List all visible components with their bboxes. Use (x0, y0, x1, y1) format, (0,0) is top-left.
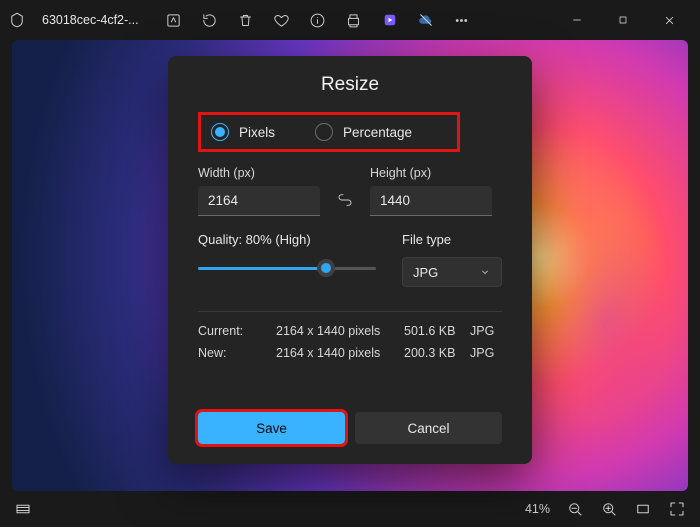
width-input[interactable] (198, 186, 320, 216)
save-button[interactable]: Save (198, 412, 345, 444)
clipchamp-icon[interactable] (373, 4, 407, 36)
app-window: 63018cec-4cf2-... 41% (0, 0, 700, 527)
slider-thumb[interactable] (317, 259, 335, 277)
radio-pixels[interactable]: Pixels (211, 123, 275, 141)
height-input[interactable] (370, 186, 492, 216)
radio-percentage-label: Percentage (343, 125, 412, 140)
unit-radio-group: Pixels Percentage (198, 112, 460, 152)
new-dims: 2164 x 1440 pixels (276, 346, 404, 360)
resize-dialog: Resize Pixels Percentage Width (px) Heig… (168, 56, 532, 464)
radio-pixels-label: Pixels (239, 125, 275, 140)
height-field-group: Height (px) (370, 166, 492, 216)
filetype-value: JPG (413, 265, 438, 280)
favorite-icon[interactable] (265, 4, 299, 36)
info-icon[interactable] (301, 4, 335, 36)
radio-indicator-icon (315, 123, 333, 141)
toolbar (157, 4, 479, 36)
resize-info: Current: 2164 x 1440 pixels 501.6 KB JPG… (198, 324, 502, 360)
quality-slider[interactable] (198, 259, 376, 277)
radio-indicator-icon (211, 123, 229, 141)
divider (198, 311, 502, 312)
quality-label: Quality: 80% (High) (198, 232, 376, 247)
cancel-button[interactable]: Cancel (355, 412, 502, 444)
dialog-title: Resize (198, 74, 502, 96)
width-field-group: Width (px) (198, 166, 320, 216)
chevron-down-icon (479, 266, 491, 278)
close-button[interactable] (646, 4, 692, 36)
link-aspect-icon[interactable] (330, 185, 360, 215)
cloud-off-icon[interactable] (409, 4, 443, 36)
current-format: JPG (470, 324, 502, 338)
current-size: 501.6 KB (404, 324, 470, 338)
radio-percentage[interactable]: Percentage (315, 123, 412, 141)
quality-group: Quality: 80% (High) (198, 232, 376, 287)
minimize-button[interactable] (554, 4, 600, 36)
zoom-out-icon[interactable] (566, 500, 584, 518)
current-label: Current: (198, 324, 276, 338)
zoom-in-icon[interactable] (600, 500, 618, 518)
new-size: 200.3 KB (404, 346, 470, 360)
rotate-icon[interactable] (193, 4, 227, 36)
delete-icon[interactable] (229, 4, 263, 36)
file-name: 63018cec-4cf2-... (42, 13, 139, 27)
new-label: New: (198, 346, 276, 360)
fit-icon[interactable] (634, 500, 652, 518)
height-label: Height (px) (370, 166, 492, 180)
slider-fill (198, 267, 326, 270)
width-label: Width (px) (198, 166, 320, 180)
maximize-button[interactable] (600, 4, 646, 36)
edit-icon[interactable] (157, 4, 191, 36)
current-dims: 2164 x 1440 pixels (276, 324, 404, 338)
dialog-buttons: Save Cancel (198, 412, 502, 444)
app-icon (8, 11, 26, 29)
filetype-group: File type JPG (402, 232, 502, 287)
filmstrip-icon[interactable] (14, 500, 32, 518)
zoom-level: 41% (525, 502, 550, 516)
new-format: JPG (470, 346, 502, 360)
window-controls (554, 4, 692, 36)
statusbar: 41% (0, 491, 700, 527)
titlebar: 63018cec-4cf2-... (0, 0, 700, 40)
filetype-select[interactable]: JPG (402, 257, 502, 287)
quality-row: Quality: 80% (High) File type JPG (198, 232, 502, 287)
filetype-label: File type (402, 232, 502, 247)
more-icon[interactable] (445, 4, 479, 36)
fullscreen-icon[interactable] (668, 500, 686, 518)
print-icon[interactable] (337, 4, 371, 36)
size-row: Width (px) Height (px) (198, 166, 502, 216)
